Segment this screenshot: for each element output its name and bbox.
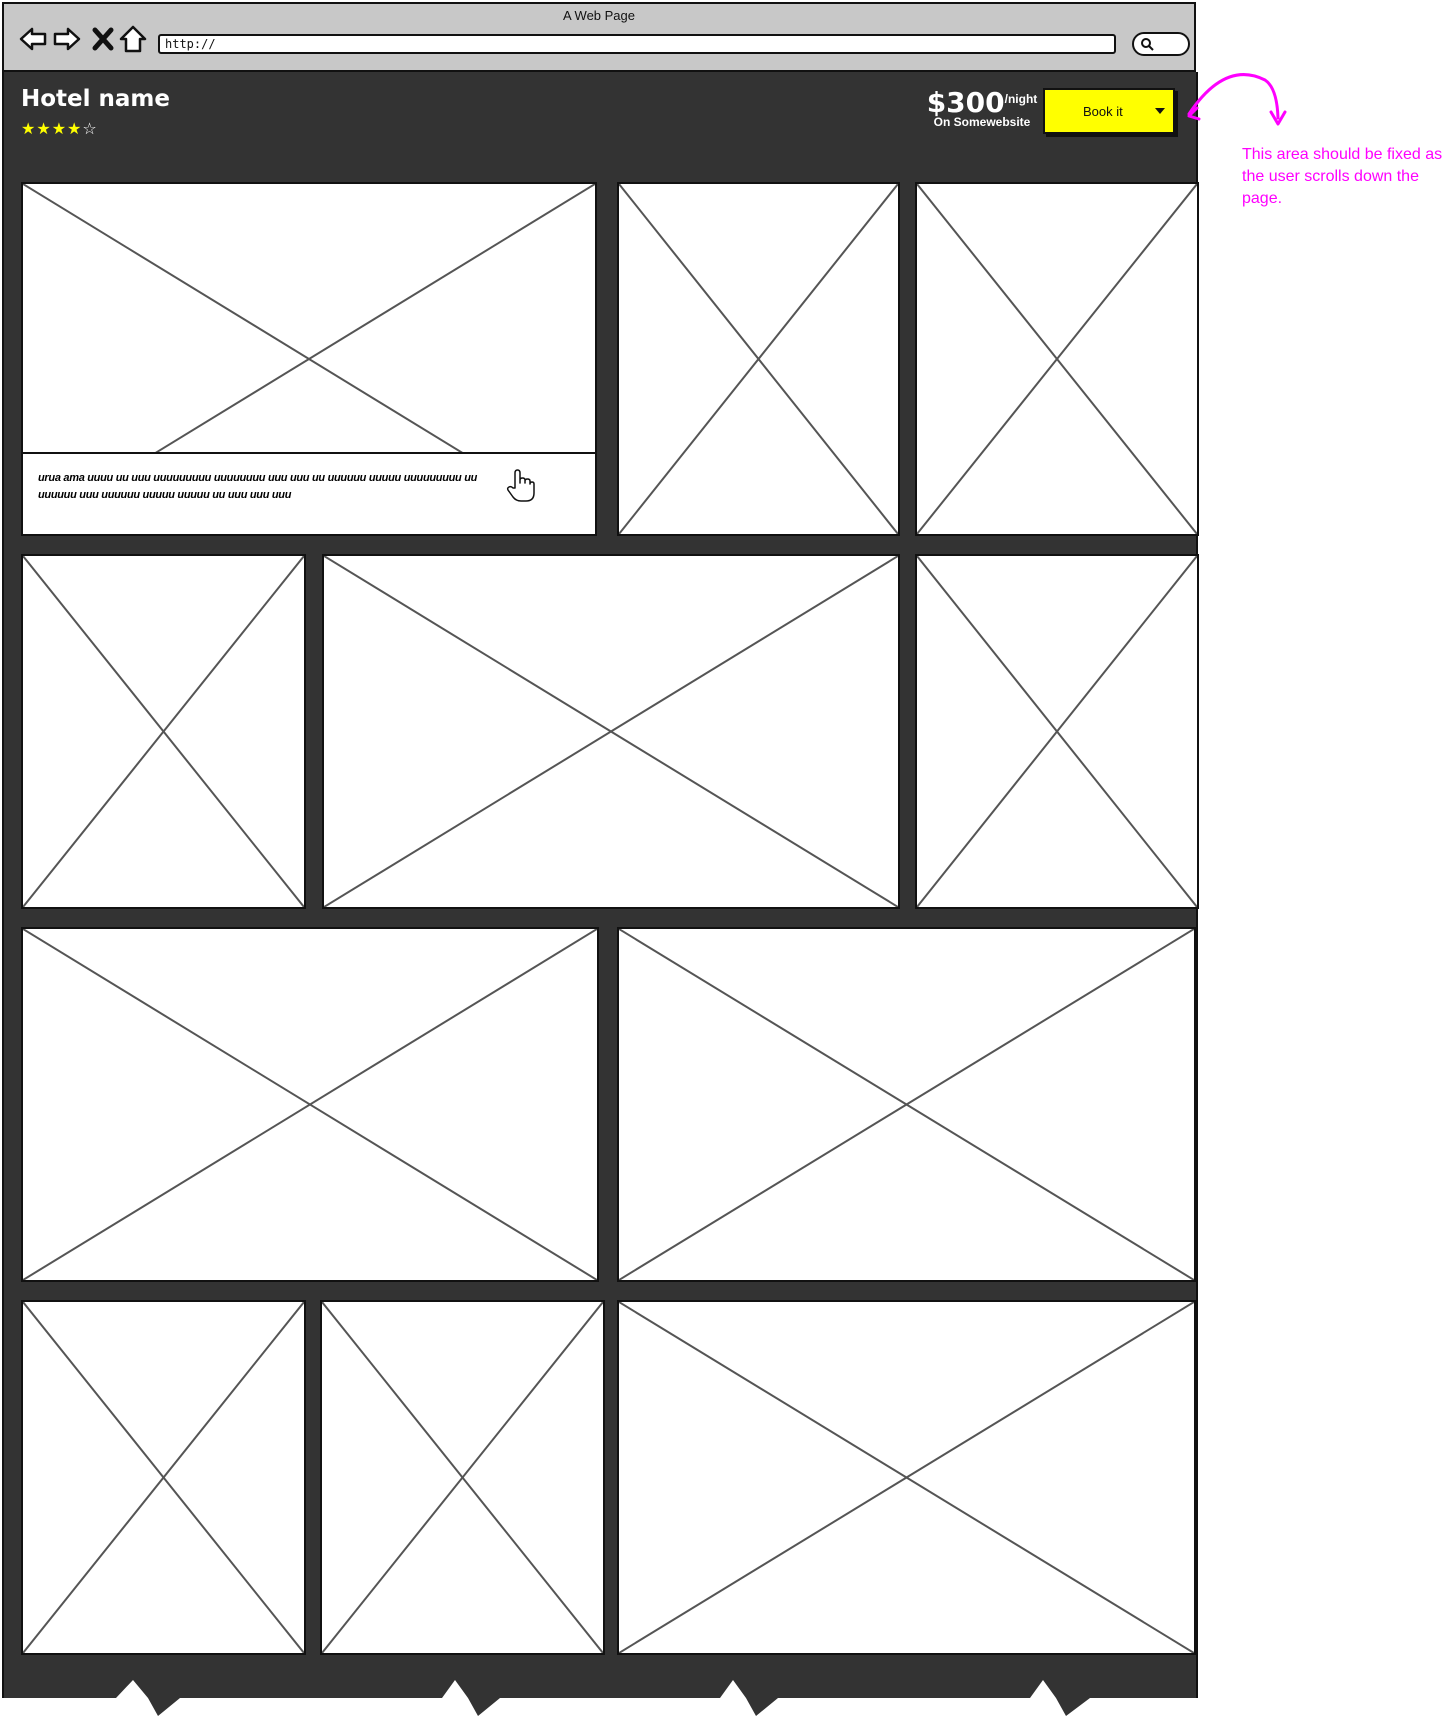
star-filled-icon: ★	[21, 121, 37, 138]
torn-edge	[0, 1680, 1198, 1716]
back-arrow-icon[interactable]	[18, 24, 48, 54]
gallery-image[interactable]	[617, 182, 900, 536]
caption-text: urua ama uuuu uu uuu uuuuuuuuu uuuuuuuu …	[38, 472, 478, 501]
browser-search-field[interactable]	[1132, 32, 1190, 56]
gallery-image[interactable]	[21, 927, 599, 1282]
home-icon[interactable]	[118, 24, 148, 54]
browser-window: A Web Page Hotel name ★★★★☆ $300/night	[0, 0, 1199, 1716]
gallery-image[interactable]	[915, 182, 1199, 536]
browser-toolbar: A Web Page	[2, 2, 1196, 72]
book-it-label: Book it	[1083, 104, 1123, 119]
stop-icon[interactable]	[88, 24, 118, 54]
search-icon	[1141, 38, 1154, 51]
url-input[interactable]	[158, 34, 1116, 54]
price-block: $300/night On Somewebsite	[922, 86, 1042, 129]
gallery-image[interactable]	[21, 1300, 306, 1655]
gallery-image[interactable]	[915, 554, 1199, 909]
book-it-button[interactable]: Book it	[1043, 88, 1175, 134]
price-unit: /night	[1004, 92, 1038, 106]
gallery-image[interactable]	[21, 554, 306, 909]
annotation-arrow	[1187, 73, 1287, 126]
gallery-image[interactable]	[322, 554, 900, 909]
star-filled-icon: ★	[51, 121, 68, 138]
page-viewport: Hotel name ★★★★☆ $300/night On Somewebsi…	[2, 72, 1199, 1716]
hand-pointer-icon	[506, 469, 535, 502]
window-title: A Web Page	[562, 8, 636, 23]
star-filled-icon: ★	[67, 121, 83, 138]
image-caption[interactable]: urua ama uuuu uu uuu uuuuuuuuu uuuuuuuu …	[23, 452, 595, 534]
gallery-image[interactable]	[617, 1300, 1196, 1655]
star-filled-icon: ★	[36, 121, 52, 138]
star-empty-icon: ☆	[82, 121, 98, 138]
gallery-image-featured[interactable]: urua ama uuuu uu uuu uuuuuuuuu uuuuuuuu …	[21, 182, 597, 536]
star-rating: ★★★★☆	[21, 119, 98, 139]
forward-arrow-icon[interactable]	[52, 24, 82, 54]
chevron-down-icon[interactable]	[1155, 108, 1165, 114]
hotel-name: Hotel name	[21, 86, 170, 112]
gallery-image[interactable]	[320, 1300, 605, 1655]
annotation-note: This area should be fixed as the user sc…	[1242, 146, 1443, 207]
provider-label: On Somewebsite	[933, 115, 1031, 129]
gallery-image[interactable]	[617, 927, 1196, 1282]
